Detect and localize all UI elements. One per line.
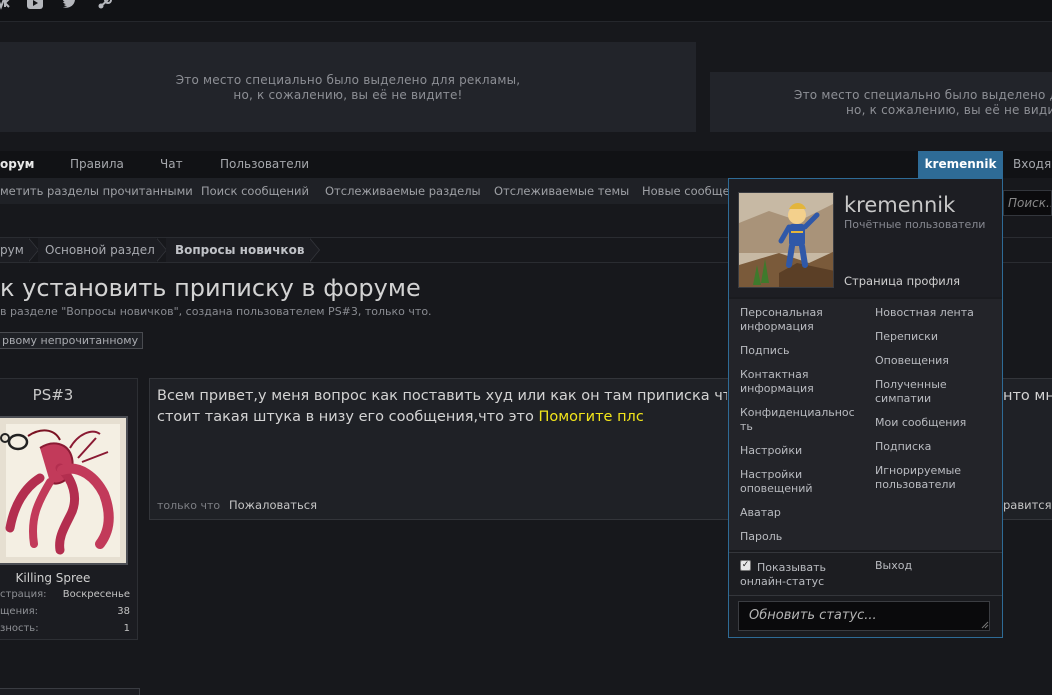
menu-subscription[interactable]: Подписка — [875, 440, 931, 454]
post-text: стоит такая штука в низу его сообщения,ч… — [157, 409, 539, 425]
menu-label: Переписки — [875, 330, 938, 343]
ad-text-line: но, к сожалению, вы её не видите! — [233, 88, 463, 102]
breadcrumb-newbie-questions[interactable]: Вопросы новичков — [166, 238, 320, 262]
user-avatar[interactable] — [738, 192, 834, 288]
menu-label: Контактная — [740, 368, 809, 381]
menu-label: пользователи — [875, 478, 956, 491]
show-online-label[interactable]: Показывать онлайн-статус — [740, 561, 826, 589]
menu-label: оповещений — [740, 482, 813, 495]
post-text-overflow: нто мно — [1003, 388, 1052, 404]
search-input[interactable]: Поиск... — [1003, 190, 1052, 216]
menu-label: онлайн-статус — [740, 575, 825, 588]
subnav-watched-threads[interactable]: Отслеживаемые темы — [494, 178, 629, 204]
menu-label: Полученные — [875, 378, 947, 391]
menu-ignored-users[interactable]: Игнорируемые пользователи — [875, 464, 961, 492]
author-stat-label: зность: — [0, 623, 39, 634]
subnav-new-messages[interactable]: Новые сообще — [642, 178, 730, 204]
menu-privacy[interactable]: Конфиденциальнос ть — [740, 406, 855, 434]
menu-personal-info[interactable]: Персональная информация — [740, 306, 823, 334]
nav-inbox-tab[interactable]: Входящ — [1013, 151, 1052, 178]
menu-label: Аватар — [740, 506, 781, 519]
post-text-line: Всем привет,у меня вопрос как поставить … — [157, 388, 727, 404]
thread-meta: в разделе "Вопросы новичков", создана по… — [0, 305, 432, 318]
subnav-watched-forums[interactable]: Отслеживаемые разделы — [325, 178, 481, 204]
menu-label: Показывать — [757, 561, 827, 574]
steam-icon[interactable] — [97, 0, 113, 10]
author-stat-label: страция: — [0, 589, 47, 600]
menu-contact-info[interactable]: Контактная информация — [740, 368, 814, 396]
dropdown-user-role: Почётные пользователи — [844, 218, 986, 231]
crayfish-avatar-image — [0, 418, 126, 563]
author-stat-value: 38 — [117, 606, 130, 617]
author-stat-value: 1 — [123, 623, 130, 634]
report-link[interactable]: Пожаловаться — [229, 498, 317, 512]
nav-tab-forum[interactable]: орум — [0, 151, 34, 178]
post-message: Всем привет,у меня вопрос как поставить … — [157, 386, 727, 428]
ad-banner-main: Это место специально было выделено для р… — [0, 42, 696, 132]
vk-icon[interactable] — [0, 0, 12, 10]
author-avatar[interactable] — [0, 416, 128, 565]
menu-news-feed[interactable]: Новостная лента — [875, 306, 974, 320]
ad-text-line: но, к сожалению, вы её не видите! — [846, 103, 1052, 117]
menu-label: Оповещения — [875, 354, 949, 367]
post-timestamp[interactable]: только что — [157, 499, 220, 512]
like-link[interactable]: равится — [1003, 498, 1052, 512]
menu-password[interactable]: Пароль — [740, 530, 782, 544]
sub-nav: метить разделы прочитанными Поиск сообще… — [0, 178, 730, 204]
author-stat-label: щения: — [0, 606, 38, 617]
subnav-search-messages[interactable]: Поиск сообщений — [201, 178, 309, 204]
menu-label: Новостная лента — [875, 306, 974, 319]
menu-label: Настройки — [740, 468, 803, 481]
breadcrumb-main-section[interactable]: Основной раздел — [38, 238, 167, 262]
ad-text-line: Это место специально было выделено для р… — [175, 73, 521, 87]
author-title: Killing Spree — [15, 571, 91, 585]
menu-my-messages[interactable]: Мои сообщения — [875, 416, 966, 430]
ad-banner-side: Это место специально было выделено для н… — [710, 72, 1052, 132]
menu-label: симпатии — [875, 392, 932, 405]
nav-tab-rules[interactable]: Правила — [70, 151, 124, 178]
nav-tab-members[interactable]: Пользователи — [220, 151, 309, 178]
main-nav: орум Правила Чат Пользователи kremennik … — [0, 151, 1052, 178]
menu-label: Персональная — [740, 306, 823, 319]
menu-signature[interactable]: Подпись — [740, 344, 789, 358]
menu-label: Игнорируемые — [875, 464, 962, 477]
ad-text-line: Это место специально было выделено для — [794, 88, 1052, 102]
author-name[interactable]: PS#3 — [0, 386, 106, 404]
menu-alert-settings[interactable]: Настройки оповещений — [740, 468, 813, 496]
profile-page-link[interactable]: Страница профиля — [844, 274, 960, 288]
menu-label: информация — [740, 320, 814, 333]
menu-conversations[interactable]: Переписки — [875, 330, 938, 344]
menu-likes-received[interactable]: Полученные симпатии — [875, 378, 947, 406]
resize-handle-icon[interactable] — [981, 621, 989, 629]
menu-label: Пароль — [740, 530, 783, 543]
vault-boy-avatar-image — [739, 193, 833, 287]
menu-label: Подпись — [740, 344, 790, 357]
subnav-mark-read[interactable]: метить разделы прочитанными — [0, 178, 193, 204]
author-stat-value: Воскресенье — [62, 589, 130, 600]
menu-label: Мои сообщения — [875, 416, 967, 429]
nav-tab-chat[interactable]: Чат — [160, 151, 183, 178]
breadcrumb-forum[interactable]: рум — [0, 238, 39, 262]
post-text-line: стоит такая штука в низу его сообщения,ч… — [157, 407, 727, 428]
logout-link[interactable]: Выход — [875, 559, 912, 573]
nav-user-tab[interactable]: kremennik — [918, 151, 1003, 178]
next-panel-edge — [0, 688, 140, 695]
dropdown-username[interactable]: kremennik — [844, 193, 955, 217]
menu-alerts[interactable]: Оповещения — [875, 354, 949, 368]
status-update-input[interactable]: Обновить статус... — [738, 601, 990, 631]
menu-label: ть — [740, 420, 753, 433]
first-unread-button[interactable]: рвому непрочитанному — [0, 332, 144, 349]
menu-label: Настройки — [740, 444, 803, 457]
social-bar — [0, 0, 1052, 22]
youtube-icon[interactable] — [27, 0, 43, 10]
menu-label: информация — [740, 382, 814, 395]
menu-avatar[interactable]: Аватар — [740, 506, 781, 520]
menu-label: Конфиденциальнос — [740, 406, 855, 419]
menu-label: Подписка — [875, 440, 932, 453]
page-title: к установить приписку в форуме — [0, 274, 421, 302]
twitter-icon[interactable] — [62, 0, 78, 10]
menu-label: Выход — [875, 559, 913, 572]
menu-settings[interactable]: Настройки — [740, 444, 802, 458]
post-highlight-text: Помогите плс — [538, 409, 644, 425]
